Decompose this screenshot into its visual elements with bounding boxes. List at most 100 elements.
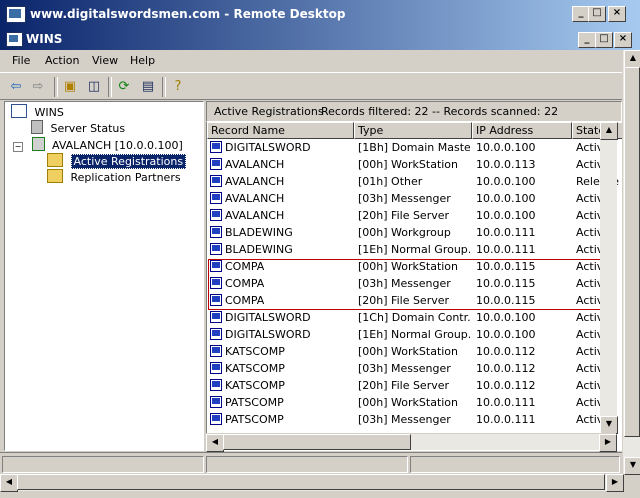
remote-scroll-thumb[interactable] [624,67,640,437]
scroll-up-button[interactable]: ▲ [600,122,618,140]
remote-scroll-left-button[interactable]: ◀ [0,474,18,492]
list-horizontal-scrollbar[interactable]: ◀ ▶ [206,433,617,452]
record-name-cell: KATSCOMP [225,362,285,375]
type-cell: [00h] WorkStation [358,158,459,171]
up-folder-icon[interactable]: ▣ [60,77,80,97]
tree-item-label: AVALANCH [10.0.0.100] [52,139,183,152]
table-row[interactable]: DIGITALSWORD [1Eh] Normal Group... 10.0.0.… [207,326,622,343]
column-header-ip-address[interactable]: IP Address [472,122,572,139]
server-icon [31,137,45,151]
ip-address-cell: 10.0.0.113 [476,158,536,171]
tree-item-replication-partners[interactable]: Replication Partners [47,169,181,184]
close-button[interactable]: × [608,6,626,22]
wins-maximize-button[interactable]: □ [595,32,613,48]
type-cell: [20h] File Server [358,379,450,392]
menu-help[interactable]: Help [130,54,155,67]
ip-address-cell: 10.0.0.100 [476,175,536,188]
menu-view[interactable]: View [92,54,118,67]
wins-close-button[interactable]: × [614,32,632,48]
record-name-cell: DIGITALSWORD [225,311,311,324]
ip-address-cell: 10.0.0.111 [476,413,536,426]
remote-desktop-title: www.digitalswordsmen.com - Remote Deskto… [30,7,346,21]
ip-address-cell: 10.0.0.100 [476,192,536,205]
record-icon [210,396,222,408]
ip-address-cell: 10.0.0.100 [476,311,536,324]
table-row[interactable]: DIGITALSWORD [1Bh] Domain Maste... 10.0.0.… [207,139,622,156]
type-cell: [1Bh] Domain Maste... [358,141,470,154]
type-cell: [03h] Messenger [358,413,451,426]
ip-address-cell: 10.0.0.111 [476,226,536,239]
table-row[interactable]: AVALANCH [20h] File Server 10.0.0.100 Activ… [207,207,622,224]
refresh-icon[interactable]: ⟳ [114,77,134,97]
type-cell: [00h] WorkStation [358,345,459,358]
scroll-thumb[interactable] [223,434,411,450]
record-name-cell: AVALANCH [225,158,285,171]
help-icon[interactable]: ? [168,77,188,97]
table-row[interactable]: BLADEWING [1Eh] Normal Group... 10.0.0.111… [207,241,622,258]
record-icon [210,328,222,340]
tree-item-wins[interactable]: WINS [11,104,64,119]
record-icon [210,311,222,323]
ip-address-cell: 10.0.0.112 [476,362,536,375]
wins-node-icon [11,104,27,118]
remote-scroll-up-button[interactable]: ▲ [624,50,640,68]
table-row[interactable]: AVALANCH [03h] Messenger 10.0.0.100 Active [207,190,622,207]
show-hide-tree-icon[interactable]: ◫ [84,77,104,97]
table-row[interactable]: KATSCOMP [20h] File Server 10.0.0.112 Activ… [207,377,622,394]
list-vertical-scrollbar[interactable]: ▲ ▼ [600,122,618,450]
results-summary: Records filtered: 22 -- Records scanned:… [321,105,559,118]
forward-icon[interactable]: ⇨ [28,77,48,97]
type-cell: [01h] Other [358,175,423,188]
menu-file[interactable]: File [12,54,30,67]
toolbar-separator [162,77,166,97]
table-row[interactable]: BLADEWING [00h] Workgroup 10.0.0.111 Active [207,224,622,241]
record-icon [210,379,222,391]
tree-item-server-status[interactable]: Server Status [31,120,125,135]
menu-action[interactable]: Action [45,54,79,67]
column-header-record-name[interactable]: Record Name [207,122,354,139]
remote-vertical-scrollbar[interactable]: ▲ ▼ [622,50,640,475]
export-list-icon[interactable]: ▤ [138,77,158,97]
type-cell: [1Ch] Domain Contr... [358,311,470,324]
maximize-button[interactable]: □ [588,6,606,22]
remote-scroll-right-button[interactable]: ▶ [606,474,624,492]
ip-address-cell: 10.0.0.111 [476,243,536,256]
table-row[interactable]: AVALANCH [00h] WorkStation 10.0.0.113 Activ… [207,156,622,173]
wins-title: WINS [26,32,63,46]
menu-bar: File Action View Help [0,50,622,72]
table-row[interactable]: DIGITALSWORD [1Ch] Domain Contr... 10.0.0.… [207,309,622,326]
tree-item-label: Server Status [50,122,126,135]
table-row[interactable]: PATSCOMP [00h] WorkStation 10.0.0.111 Activ… [207,394,622,411]
tree-item-active-registrations[interactable]: Active Registrations [47,153,187,169]
record-name-cell: DIGITALSWORD [225,328,311,341]
console-tree: WINS Server Status − AVALANCH [10.0.0.10… [4,101,204,451]
tree-item-server[interactable]: − AVALANCH [10.0.0.100] [13,137,183,152]
scroll-left-button[interactable]: ◀ [206,434,224,452]
remote-horizontal-scrollbar[interactable]: ◀ ▶ [0,474,624,492]
table-row[interactable]: KATSCOMP [00h] WorkStation 10.0.0.112 Activ… [207,343,622,360]
column-header-type[interactable]: Type [354,122,472,139]
folder-open-icon [47,153,63,167]
toolbar-separator [108,77,112,97]
scroll-down-button[interactable]: ▼ [600,416,618,434]
tree-item-label: WINS [34,106,64,119]
results-header: Active Registrations Records filtered: 2… [206,101,622,122]
record-name-cell: BLADEWING [225,226,293,239]
wins-icon [6,32,23,47]
table-row[interactable]: AVALANCH [01h] Other 10.0.0.100 Release [207,173,622,190]
type-cell: [03h] Messenger [358,362,451,375]
remote-hscroll-thumb[interactable] [17,474,605,490]
type-cell: [03h] Messenger [358,192,451,205]
table-row[interactable]: PATSCOMP [03h] Messenger 10.0.0.111 Active [207,411,622,428]
wins-minimize-button[interactable]: _ [578,32,596,48]
ip-address-cell: 10.0.0.112 [476,379,536,392]
record-icon [210,141,222,153]
table-row[interactable]: KATSCOMP [03h] Messenger 10.0.0.112 Active [207,360,622,377]
results-title: Active Registrations [214,105,324,118]
back-icon[interactable]: ⇦ [6,77,26,97]
remote-scroll-down-button[interactable]: ▼ [624,457,640,475]
scroll-right-button[interactable]: ▶ [599,434,617,452]
record-name-cell: PATSCOMP [225,396,284,409]
collapse-toggle[interactable]: − [13,142,23,152]
record-icon [210,209,222,221]
